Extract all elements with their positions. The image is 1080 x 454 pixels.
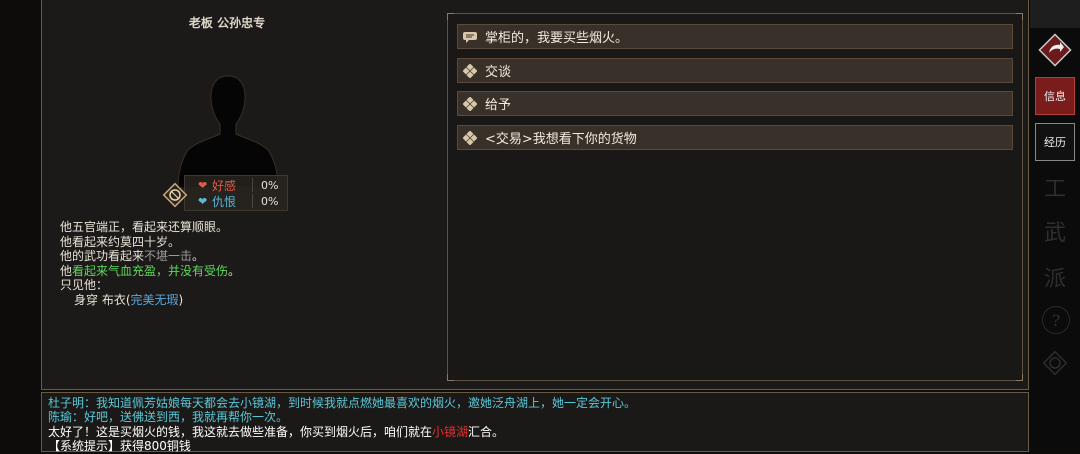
help-icon[interactable]: ? xyxy=(1042,306,1070,334)
speech-bubble-icon xyxy=(462,31,478,43)
hatred-row: ❤ 仇恨 0% xyxy=(198,193,278,209)
dialog-option-buy-fireworks[interactable]: 掌柜的，我要买些烟火。 xyxy=(457,24,1013,49)
diamond-icon xyxy=(462,130,478,145)
desc-line: 他看起来气血充盈，并没有受伤。 xyxy=(60,263,241,278)
nav-martial-icon[interactable]: 武 xyxy=(1040,216,1070,246)
log-line: 太好了！这是买烟火的钱，我这就去做些准备，你买到烟火后，咱们就在小镜湖汇合。 xyxy=(48,424,505,439)
relationship-box: ❤ 好感 0% ❤ 仇恨 0% xyxy=(184,175,288,211)
npc-title: 老板 公孙忠专 xyxy=(188,16,266,30)
message-log: 杜子明：我知道佩芳姑娘每天都会去小镜湖，到时候我就点燃她最喜欢的烟火，邀她泛舟湖… xyxy=(41,392,1029,454)
nav-sect-icon[interactable]: 派 xyxy=(1040,262,1070,292)
npc-description: 他五官端正，看起来还算顺眼。 他看起来约莫四十岁。 他的武功看起来不堪一击。 他… xyxy=(60,220,440,308)
dialog-option-label: 掌柜的，我要买些烟火。 xyxy=(485,31,629,46)
diamond-icon xyxy=(462,63,478,78)
heart-icon: ❤ xyxy=(198,194,208,208)
return-arrow-icon[interactable] xyxy=(1038,33,1072,67)
desc-line: 他看起来约莫四十岁。 xyxy=(60,234,181,249)
favor-value: 0% xyxy=(261,178,279,192)
dialog-option-talk[interactable]: 交谈 xyxy=(457,58,1013,83)
dialog-option-give[interactable]: 给予 xyxy=(457,91,1013,116)
dialog-option-label: 给予 xyxy=(485,98,512,113)
desc-line: 他的武功看起来不堪一击。 xyxy=(60,249,205,264)
settings-gear-icon[interactable] xyxy=(1040,348,1070,378)
hatred-label: 仇恨 xyxy=(212,194,237,209)
favor-row: ❤ 好感 0% xyxy=(198,177,278,193)
right-nav-bar: 信息 经历 工 武 派 ? xyxy=(1030,0,1080,446)
npc-dialog-panel: 老板 公孙忠专 ❤ 好感 0% ❤ 仇恨 0% 他五官端正，看起来还算顺眼。 他… xyxy=(41,0,1029,390)
log-line: 【系统提示】获得800铜钱 xyxy=(48,439,191,454)
npc-portrait-silhouette xyxy=(177,75,279,188)
log-line: 陈瑜：好吧，送佛送到西，我就再帮你一次。 xyxy=(48,410,289,425)
right-top-strip xyxy=(1030,0,1080,28)
diamond-icon xyxy=(462,96,478,111)
nav-experience-button[interactable]: 经历 xyxy=(1035,123,1075,161)
dialog-option-label: 交谈 xyxy=(485,65,512,80)
desc-line: 只见他： xyxy=(60,278,109,293)
nav-skills-icon[interactable]: 工 xyxy=(1040,172,1070,202)
dialog-option-label: <交易>我想看下你的货物 xyxy=(485,132,637,147)
desc-line: 身穿 布衣(完美无瑕) xyxy=(74,292,184,307)
relationship-scroll-icon[interactable] xyxy=(158,178,192,212)
heart-icon: ❤ xyxy=(198,178,208,192)
desc-line: 他五官端正，看起来还算顺眼。 xyxy=(60,220,229,234)
hatred-value: 0% xyxy=(261,194,279,208)
dialog-option-trade[interactable]: <交易>我想看下你的货物 xyxy=(457,125,1013,150)
nav-info-button[interactable]: 信息 xyxy=(1035,77,1075,115)
favor-label: 好感 xyxy=(212,178,237,193)
dialog-options-panel: 掌柜的，我要买些烟火。 交谈 给予 <交易>我想看下你的货物 xyxy=(447,13,1023,381)
log-line: 杜子明：我知道佩芳姑娘每天都会去小镜湖，到时候我就点燃她最喜欢的烟火，邀她泛舟湖… xyxy=(48,396,637,410)
